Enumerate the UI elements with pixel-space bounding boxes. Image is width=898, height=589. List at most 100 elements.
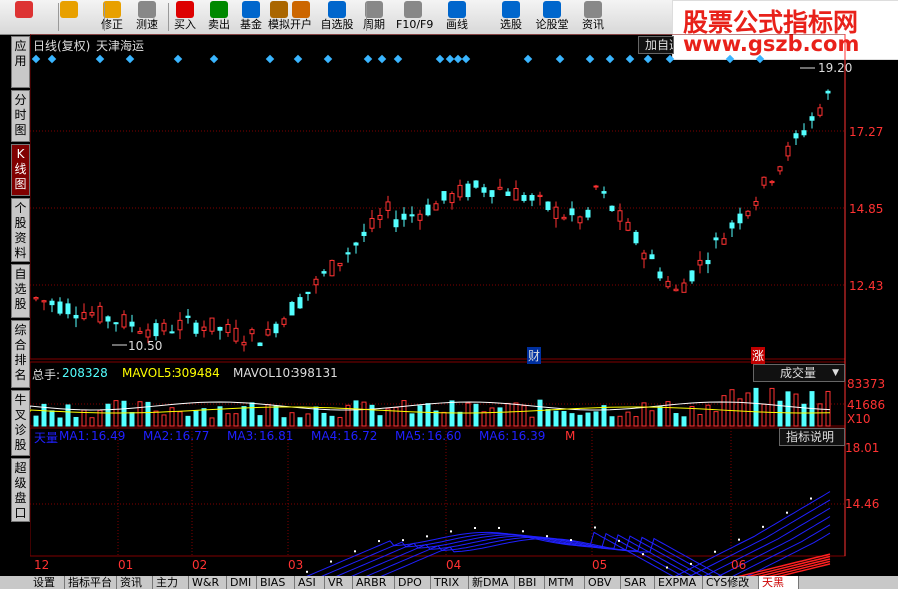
indicator-tab-14[interactable]: BBI (515, 576, 545, 589)
volume-bar (33, 415, 39, 427)
toolbar-button-12[interactable]: F10/F9 (396, 0, 433, 34)
volume-bar (129, 412, 135, 427)
volume-bar (233, 413, 239, 427)
toolbar-button-6[interactable]: 卖出 (202, 0, 236, 34)
ma-value-1: 16.49 (91, 429, 126, 443)
toolbar-button-15[interactable]: 论股堂 (535, 0, 569, 34)
side-tab-4[interactable]: 个股资料 (11, 198, 30, 262)
indicator-tab-16[interactable]: OBV (585, 576, 621, 589)
indicator-tab-6[interactable]: DMI (227, 576, 257, 589)
candle-body (785, 145, 791, 157)
indicator-tab-4[interactable]: 主力 (153, 576, 189, 589)
indicator-tab-20[interactable]: 天黑 (759, 576, 799, 589)
toolbar-button-label: 卖出 (208, 18, 230, 31)
signal-diamond (265, 54, 275, 64)
candle-body (601, 191, 607, 194)
candle-body (105, 316, 111, 322)
toolbar-button-9[interactable]: 开户 (284, 0, 318, 34)
indicator-tab-11[interactable]: DPO (395, 576, 431, 589)
indicator-tab-18[interactable]: EXPMA (655, 576, 703, 589)
toolbar-button-13[interactable]: 画线 (440, 0, 474, 34)
indicator-dot (666, 566, 668, 569)
volume-bar (441, 411, 447, 427)
limit-up-marker[interactable]: 涨 (751, 347, 766, 364)
indicator-dot (354, 550, 356, 553)
toolbar-button-4[interactable]: 测速 (130, 0, 164, 34)
month-label-4: 03 (288, 558, 304, 572)
signal-diamond (209, 54, 219, 64)
volume-bar (497, 407, 503, 427)
signal-diamond (523, 54, 533, 64)
volume-bar (193, 410, 199, 427)
indicator-tab-2[interactable]: 指标平台 (65, 576, 117, 589)
candle-body (185, 315, 191, 318)
indicator-tab-19[interactable]: CYS修改 (703, 576, 759, 589)
candle-body (521, 194, 527, 201)
candle-body (73, 314, 79, 319)
volume-bar (137, 401, 143, 427)
side-tab-label: 超级盘口 (14, 461, 27, 520)
side-tab-6[interactable]: 综合排名 (11, 320, 30, 388)
indicator-tick-2: 14.46 (845, 497, 880, 511)
volume-bar (505, 402, 511, 427)
indicator-tab-15[interactable]: MTM (545, 576, 585, 589)
toolbar-button-5[interactable]: 买入 (168, 0, 202, 34)
indicator-dot (306, 570, 308, 573)
mavol10-label: MAVOL10: (233, 366, 295, 380)
indicator-tab-9[interactable]: VR (325, 576, 353, 589)
toolbar-button-16[interactable]: 资讯 (576, 0, 610, 34)
candle-body (641, 252, 647, 260)
indicator-tab-13[interactable]: 新DMA (469, 576, 515, 589)
indicator-tab-17[interactable]: SAR (621, 576, 655, 589)
indicator-tab-8[interactable]: ASI (295, 576, 325, 589)
toolbar-button-label: 买入 (174, 18, 196, 31)
indicator-tab-10[interactable]: ARBR (353, 576, 395, 589)
toolbar-button-14[interactable]: 选股 (494, 0, 528, 34)
toolbar-button-label: 论股堂 (535, 18, 569, 31)
side-tab-1[interactable]: 应用 (11, 36, 30, 88)
volume-bar (785, 391, 791, 427)
toolbar-button-3[interactable]: 修正 (95, 0, 129, 34)
volume-bar (753, 387, 759, 427)
indicator-help-button[interactable]: 指标说明 (779, 428, 845, 446)
candle-body (769, 180, 775, 184)
candle-body (561, 216, 567, 220)
candle-body (393, 219, 399, 228)
news-icon (584, 1, 602, 18)
toolbar-button-10[interactable]: 自选股 (320, 0, 354, 34)
candle-body (361, 231, 367, 236)
side-tab-8[interactable]: 超级盘口 (11, 458, 30, 522)
indicator-tab-12[interactable]: TRIX (431, 576, 469, 589)
candle-body (825, 90, 831, 94)
side-tab-7[interactable]: 牛叉诊股 (11, 390, 30, 456)
add-watchlist-button[interactable]: 加自选 (638, 36, 674, 54)
toolbar-button-11[interactable]: 周期 (357, 0, 391, 34)
side-tab-5[interactable]: 自选股 (11, 264, 30, 318)
side-tab-label: 综合排名 (14, 323, 27, 382)
side-tab-2[interactable]: 分时图 (11, 90, 30, 142)
candle-body (321, 271, 327, 274)
volume-dropdown-label: 成交量 (780, 366, 817, 380)
candle-body (201, 326, 207, 331)
volume-bar (105, 403, 111, 427)
finance-marker[interactable]: 财 (527, 347, 542, 364)
candle-body (137, 331, 143, 334)
side-tab-3[interactable]: K线图 (11, 144, 30, 196)
indicator-panel-frame (30, 427, 846, 557)
volume-indicator-dropdown[interactable]: 成交量 ▼ (753, 364, 845, 382)
indicator-tab-3[interactable]: 资讯 (117, 576, 153, 589)
candle-body (89, 312, 95, 316)
toolbar-button-1[interactable] (7, 0, 41, 34)
indicator-dot (522, 530, 524, 533)
volume-bar (153, 410, 159, 427)
indicator-tab-1[interactable]: 设置 (30, 576, 65, 589)
price-tick-2: 14.85 (849, 202, 884, 216)
candle-body (617, 210, 623, 222)
indicator-dot (402, 539, 404, 542)
volume-bar (521, 405, 527, 427)
indicator-tab-5[interactable]: W&R (189, 576, 227, 589)
volume-bar (241, 406, 247, 427)
indicator-tab-7[interactable]: BIAS (257, 576, 295, 589)
volume-bar (481, 411, 487, 427)
signal-diamond (445, 54, 455, 64)
